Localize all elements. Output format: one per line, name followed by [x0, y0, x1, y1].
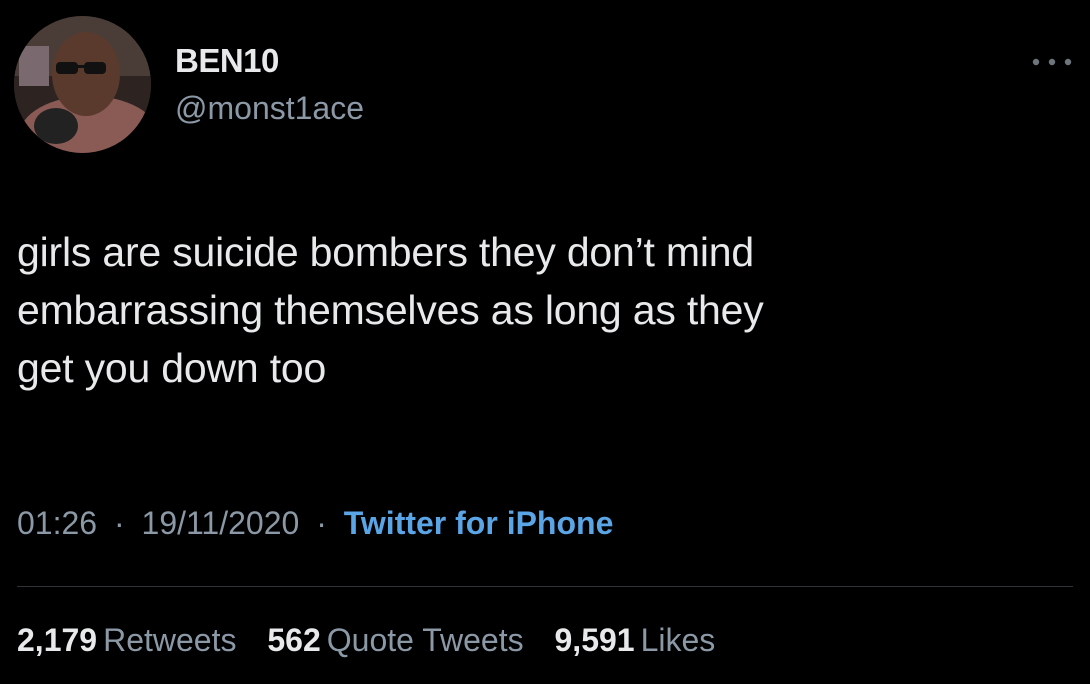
- more-options-icon[interactable]: [1030, 50, 1074, 74]
- meta-separator: ·: [113, 505, 125, 541]
- retweets-stat[interactable]: 2,179 Retweets: [17, 622, 236, 659]
- meta-separator: ·: [316, 505, 327, 541]
- likes-stat[interactable]: 9,591 Likes: [555, 622, 716, 659]
- tweet-text: girls are suicide bombers they don’t min…: [17, 229, 764, 391]
- tweet-client-link[interactable]: Twitter for iPhone: [344, 505, 614, 541]
- quote-tweets-label: Quote Tweets: [326, 622, 524, 658]
- quote-tweets-stat[interactable]: 562 Quote Tweets: [267, 622, 523, 659]
- avatar-image: [14, 16, 151, 153]
- avatar[interactable]: [14, 16, 151, 153]
- retweets-count: 2,179: [17, 622, 98, 658]
- display-name[interactable]: BEN10: [175, 42, 279, 80]
- likes-count: 9,591: [554, 622, 635, 658]
- quote-tweets-count: 562: [267, 622, 321, 658]
- tweet-meta: 01:26 · 19/11/2020 · Twitter for iPhone: [17, 505, 613, 542]
- tweet-card: BEN10 @monst1ace girls are suicide bombe…: [0, 0, 1090, 684]
- tweet-time[interactable]: 01:26: [17, 505, 97, 541]
- divider: [17, 586, 1073, 587]
- tweet-stats: 2,179 Retweets 562 Quote Tweets 9,591 Likes: [17, 622, 737, 659]
- user-handle[interactable]: @monst1ace: [175, 90, 364, 127]
- likes-label: Likes: [640, 622, 716, 658]
- tweet-date[interactable]: 19/11/2020: [142, 505, 300, 541]
- retweets-label: Retweets: [103, 622, 237, 658]
